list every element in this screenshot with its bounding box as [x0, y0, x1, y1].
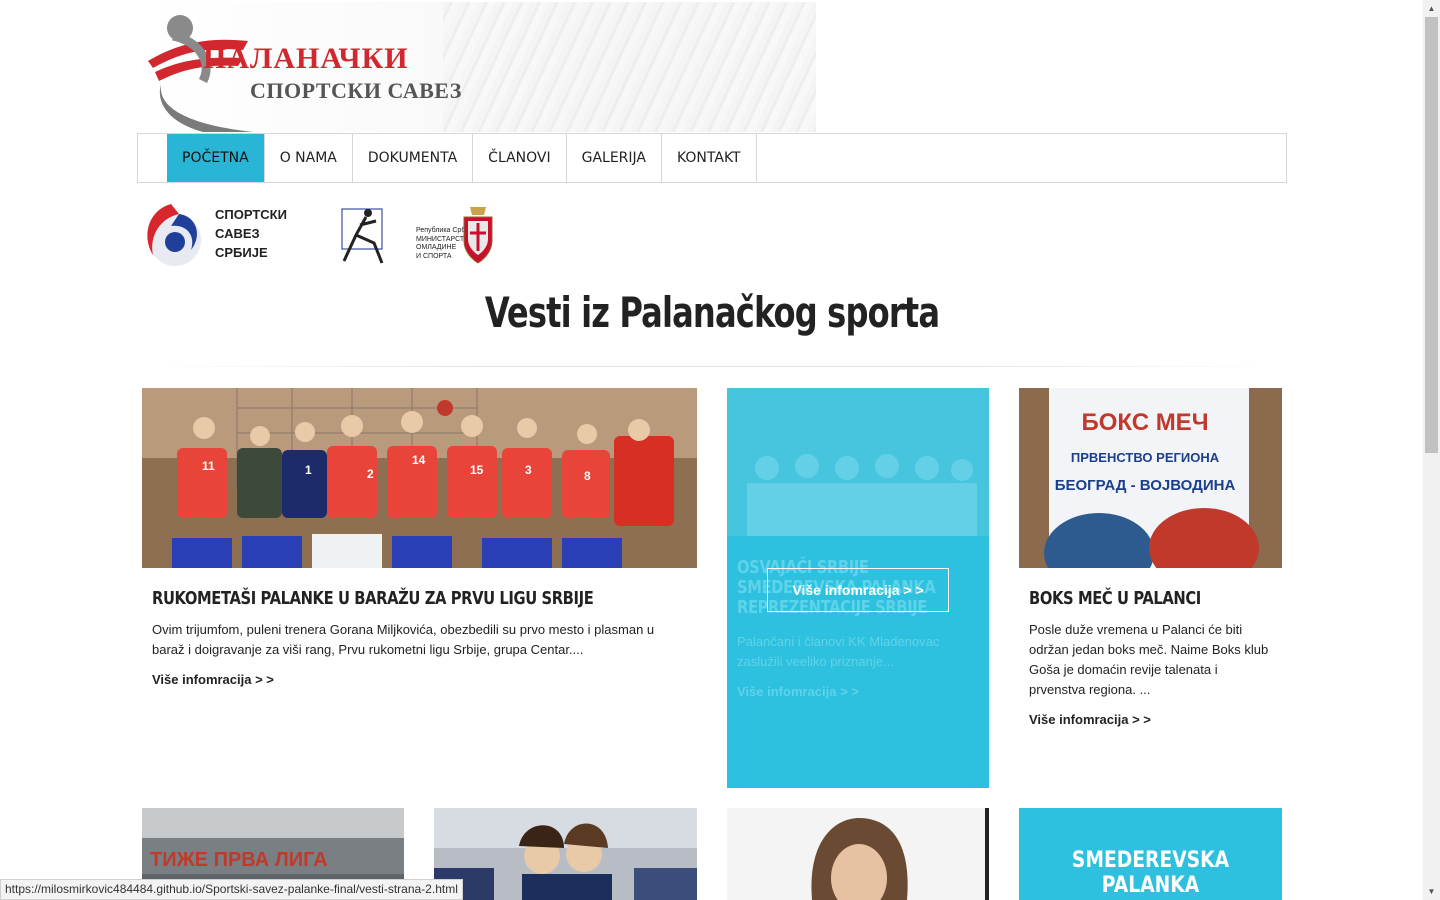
scroll-thumb[interactable]: [1425, 17, 1438, 453]
girls-team-photo: [434, 808, 697, 900]
serbia-coat-of-arms-icon: [463, 207, 493, 264]
news-card-brand[interactable]: SMEDEREVSKA PALANKA: [1019, 808, 1282, 900]
read-more-boxing[interactable]: Više infomracija > >: [1029, 712, 1151, 727]
ministry-logo[interactable]: Република Србија МИНИСТАРСТВО ОМЛАДИНЕ И…: [336, 203, 501, 267]
read-more-handball[interactable]: Više infomracija > >: [152, 672, 274, 687]
brand-title: SMEDEREVSKA PALANKA: [1071, 848, 1230, 898]
svg-text:3: 3: [525, 463, 532, 477]
header-texture: [443, 2, 816, 132]
basketball-team-photo: [727, 388, 989, 536]
svg-text:ПРВЕНСТВО РЕГИОНА: ПРВЕНСТВО РЕГИОНА: [1071, 450, 1220, 465]
news-card-boxing[interactable]: БОКС МЕЧ ПРВЕНСТВО РЕГИОНА БЕОГРАД - ВОЈ…: [1019, 388, 1282, 748]
nav-item-o-nama[interactable]: O NAMA: [265, 134, 353, 182]
svg-text:1: 1: [305, 463, 312, 477]
page-title: Vesti iz Palanačkog sporta: [484, 288, 940, 337]
news-card-portrait[interactable]: [727, 808, 989, 900]
news-card-basketball[interactable]: OSVAJAČI SRBIJE SMEDEREVSKA PALANKA REPR…: [727, 388, 989, 788]
svg-text:2: 2: [367, 467, 374, 481]
portrait-photo: [727, 808, 989, 900]
status-bar-url: https://milosmirkovic484484.github.io/Sp…: [0, 879, 463, 900]
nav-item-dokumenta[interactable]: DOKUMENTA: [353, 134, 474, 182]
sss-emblem-icon: [147, 204, 201, 266]
nav-item-clanovi[interactable]: ČLANOVI: [473, 134, 567, 182]
news-card-handball[interactable]: 11 1 2 14 15 3 8 RUKOMETAŠI PALANKE U BARAŽU …: [142, 388, 697, 718]
svg-text:8: 8: [584, 469, 591, 483]
sports-union-serbia-logo[interactable]: СПОРТСКИ САВЕЗ СРБИЈЕ: [141, 200, 301, 270]
title-divider: [142, 366, 1282, 367]
svg-text:ТИЖЕ ПРВА ЛИГА: ТИЖЕ ПРВА ЛИГА: [150, 849, 328, 871]
nav-item-galerija[interactable]: GALERIJA: [567, 134, 662, 182]
news-title-boxing[interactable]: BOKS MEČ U PALANCI: [1029, 588, 1201, 609]
athlete-emblem-icon: [341, 208, 384, 264]
logo-subtitle: СПОРТСКИ САВЕЗ: [250, 78, 462, 103]
news-card-girls[interactable]: [434, 808, 697, 900]
overlay-more-button[interactable]: Više infomracija > >: [767, 568, 949, 612]
handball-team-photo: 11 1 2 1415 3 8: [142, 388, 697, 568]
logo-title: ПАЛАНАЧКИ: [203, 42, 409, 75]
page-scrollbar[interactable]: ▲ ▼: [1423, 0, 1440, 900]
svg-text:14: 14: [412, 453, 426, 467]
boxing-poster-photo: БОКС МЕЧ ПРВЕНСТВО РЕГИОНА БЕОГРАД - ВОЈ…: [1019, 388, 1282, 568]
scroll-up-icon[interactable]: ▲: [1423, 0, 1440, 17]
main-nav: POČETNA O NAMA DOKUMENTA ČLANOVI GALERIJ…: [137, 133, 1287, 183]
site-header: ПАЛАНАЧКИ СПОРТСКИ САВЕЗ: [143, 2, 816, 132]
news-text-basketball: Palančani i članovi KK Mladenovac zasluž…: [737, 634, 940, 669]
scroll-down-icon[interactable]: ▼: [1423, 883, 1440, 900]
news-title-handball[interactable]: RUKOMETAŠI PALANKE U BARAŽU ZA PRVU LIGU…: [152, 588, 594, 609]
news-text-handball: Ovim trijumfom, puleni trenera Gorana Mi…: [152, 622, 655, 657]
sss-text: СПОРТСКИ САВЕЗ СРБИЈЕ: [215, 207, 287, 260]
news-text-boxing: Posle duže vremena u Palanci će biti odr…: [1029, 622, 1269, 697]
svg-text:БОКС МЕЧ: БОКС МЕЧ: [1081, 409, 1208, 436]
nav-item-pocetna[interactable]: POČETNA: [167, 134, 265, 182]
nav-item-kontakt[interactable]: KONTAKT: [662, 134, 757, 182]
read-more-basketball[interactable]: Više infomracija > >: [737, 684, 859, 699]
svg-text:15: 15: [470, 463, 484, 477]
svg-text:11: 11: [202, 459, 215, 473]
svg-text:БЕОГРАД - ВОЈВОДИНА: БЕОГРАД - ВОЈВОДИНА: [1055, 477, 1236, 494]
